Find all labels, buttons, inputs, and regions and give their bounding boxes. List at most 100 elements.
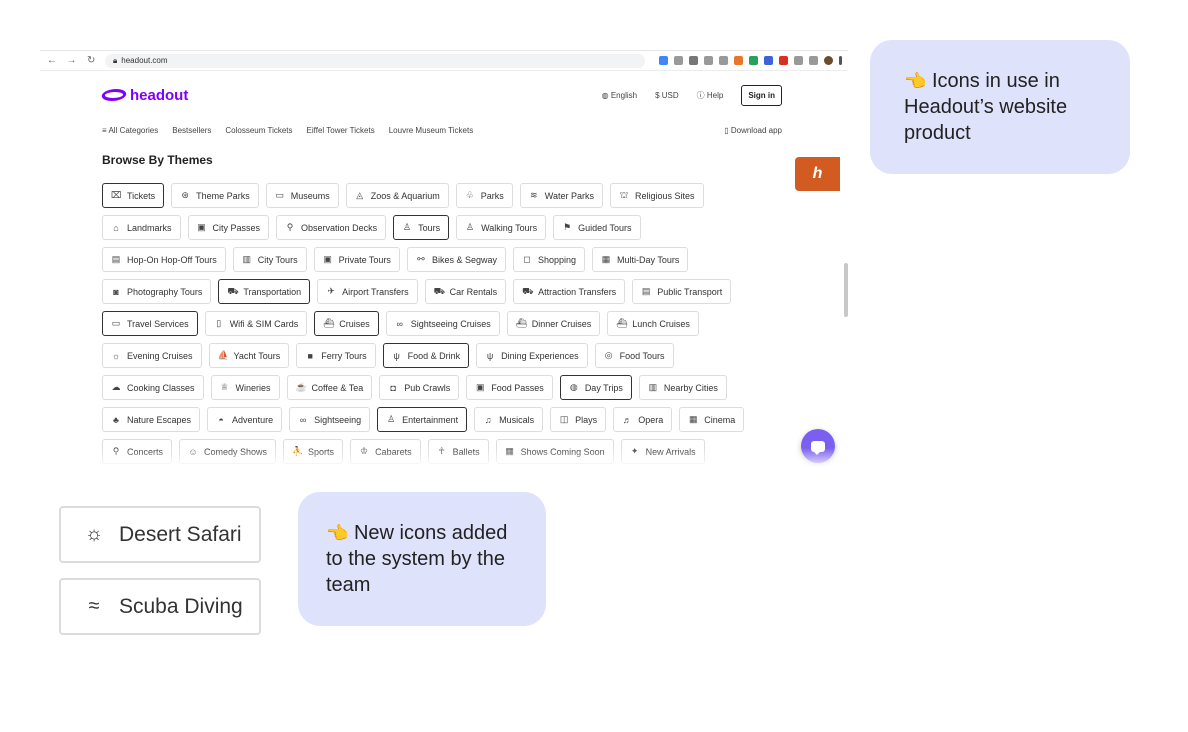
lock-icon: 🔒︎: [113, 55, 118, 65]
desert-safari-chip[interactable]: ☼ Desert Safari: [59, 506, 261, 563]
help-link[interactable]: ⓘ Help: [697, 90, 724, 101]
sign-in-button[interactable]: Sign in: [741, 84, 782, 106]
back-arrow-icon[interactable]: ←: [46, 55, 58, 66]
theme-chip[interactable]: ◻ Shopping: [512, 247, 586, 272]
theme-chip[interactable]: ⛫ Religious Sites: [609, 183, 704, 208]
theme-chip[interactable]: ▭ Museums: [265, 183, 339, 208]
theme-chip[interactable]: ▥ City Tours: [232, 247, 307, 272]
theme-chip[interactable]: ⛟ Attraction Transfers: [513, 279, 626, 304]
theme-chip[interactable]: ▣ Private Tours: [313, 247, 400, 272]
museum-icon: ▭: [275, 190, 284, 200]
scrollbar[interactable]: [844, 263, 848, 317]
theme-chip[interactable]: ▣ Food Passes: [466, 375, 553, 400]
theme-chip-label: Landmarks: [127, 222, 172, 233]
theme-chip[interactable]: ⛴ Dinner Cruises: [506, 311, 601, 336]
theme-chip[interactable]: ▤ Hop-On Hop-Off Tours: [102, 247, 226, 272]
theme-chip[interactable]: ☁ Cooking Classes: [102, 375, 204, 400]
theme-chip[interactable]: ▯ Wifi & SIM Cards: [204, 311, 308, 336]
reload-icon[interactable]: ↻: [85, 55, 97, 66]
download-app-link[interactable]: ▯ Download app: [724, 126, 782, 135]
theme-chip[interactable]: ♬ Opera: [613, 407, 673, 432]
religious-site-icon: ⛫: [619, 189, 629, 200]
theme-chip[interactable]: ⚲ Observation Decks: [276, 215, 387, 240]
theme-chip-label: Dinner Cruises: [531, 318, 592, 329]
theme-chip[interactable]: ∞ Sightseeing: [289, 407, 371, 432]
theme-chip[interactable]: ♕ Wineries: [210, 375, 280, 400]
theme-chip[interactable]: ⛴ Lunch Cruises: [607, 311, 699, 336]
eyedropper-icon[interactable]: [704, 56, 714, 65]
car-rental-icon: ⛟: [433, 285, 445, 296]
extension-orange-icon[interactable]: [734, 56, 744, 65]
theme-chip-label: Lunch Cruises: [632, 318, 690, 329]
nav-colosseum-tickets[interactable]: Colosseum Tickets: [225, 126, 292, 135]
theme-chip[interactable]: ◫ Plays: [550, 407, 607, 432]
theme-chip[interactable]: ◎ Food Tours: [594, 343, 674, 368]
theme-chip[interactable]: ◙ Photography Tours: [102, 279, 212, 304]
extension-blue-icon[interactable]: [764, 56, 774, 65]
nav-bestsellers[interactable]: Bestsellers: [172, 126, 211, 135]
theme-chip[interactable]: ♧ Parks: [455, 183, 513, 208]
sidebar-icon[interactable]: [809, 56, 819, 65]
currency-selector[interactable]: $ USD: [655, 91, 679, 100]
theme-chip[interactable]: ▦ Multi-Day Tours: [592, 247, 689, 272]
theme-chip[interactable]: ♙ Tours: [393, 215, 450, 240]
font-icon[interactable]: [719, 56, 729, 65]
theme-chip[interactable]: ◬ Zoos & Aquarium: [345, 183, 449, 208]
theme-chip[interactable]: ⌧ Tickets: [102, 183, 165, 208]
theme-chip[interactable]: ☕ Coffee & Tea: [286, 375, 373, 400]
extension-red-icon[interactable]: [779, 56, 789, 65]
language-selector[interactable]: ◍ English: [602, 91, 637, 100]
theme-chip[interactable]: ▭ Travel Services: [102, 311, 198, 336]
nav-eiffel-tickets[interactable]: Eiffel Tower Tickets: [307, 126, 375, 135]
theme-chip[interactable]: ∞ Sightseeing Cruises: [385, 311, 500, 336]
scuba-diving-chip[interactable]: ≈ Scuba Diving: [59, 578, 261, 635]
theme-chip[interactable]: ▤ Public Transport: [632, 279, 732, 304]
kebab-menu-icon[interactable]: [839, 56, 843, 65]
theme-chip[interactable]: ▣ City Passes: [187, 215, 270, 240]
theme-chip[interactable]: ♙ Entertainment: [377, 407, 468, 432]
theme-chip[interactable]: ⊛ Theme Parks: [171, 183, 259, 208]
theme-chip[interactable]: ψ Dining Experiences: [476, 343, 588, 368]
puzzle-icon[interactable]: [794, 56, 804, 65]
theme-chip[interactable]: ⌂ Landmarks: [102, 215, 181, 240]
google-icon[interactable]: [659, 56, 669, 65]
landmark-icon: ⌂: [113, 222, 119, 233]
theme-chip[interactable]: ▥ Nearby Cities: [638, 375, 727, 400]
share-icon[interactable]: [674, 56, 684, 65]
theme-chip[interactable]: ☼ Evening Cruises: [102, 343, 202, 368]
theme-chip[interactable]: ✈ Airport Transfers: [317, 279, 418, 304]
theme-chip[interactable]: ⛟ Transportation: [218, 279, 311, 304]
theme-chip-label: Private Tours: [338, 254, 391, 265]
address-bar[interactable]: 🔒︎ headout.com: [105, 53, 646, 68]
theme-chip[interactable]: ⛵ Yacht Tours: [208, 343, 290, 368]
globe-icon: ◍: [601, 90, 609, 100]
headout-logo[interactable]: headout: [99, 87, 188, 104]
help-icon: ⓘ: [696, 90, 705, 100]
forward-arrow-icon[interactable]: →: [66, 55, 78, 66]
theme-chip[interactable]: ⛴ Cruises: [314, 311, 379, 336]
theme-chip[interactable]: ■ Ferry Tours: [296, 343, 376, 368]
theme-chip[interactable]: ▦ Cinema: [679, 407, 745, 432]
profile-avatar[interactable]: [824, 56, 834, 65]
nav-louvre-tickets[interactable]: Louvre Museum Tickets: [389, 126, 473, 135]
theme-chip[interactable]: ◍ Day Trips: [559, 375, 632, 400]
theme-chip[interactable]: ♣ Nature Escapes: [102, 407, 201, 432]
theme-chip[interactable]: ◘ Pub Crawls: [379, 375, 460, 400]
evening-cruise-icon: ☼: [111, 350, 121, 361]
theme-chip[interactable]: ⚑ Guided Tours: [553, 215, 641, 240]
headout-side-badge[interactable]: h: [795, 157, 840, 191]
theme-chip[interactable]: ◓ Adventure: [207, 407, 283, 432]
theme-chip[interactable]: ψ Food & Drink: [382, 343, 470, 368]
theme-chip-label: Transportation: [243, 286, 302, 297]
guided-tour-icon: ⚑: [563, 222, 572, 232]
extension-green-icon[interactable]: [749, 56, 759, 65]
star-icon[interactable]: [689, 56, 699, 65]
theme-chip[interactable]: ♫ Musicals: [474, 407, 544, 432]
callout-new-icons: 👈 New icons added to the system by the t…: [298, 492, 546, 626]
theme-chip[interactable]: ♙ Walking Tours: [456, 215, 547, 240]
category-nav: ≡ All Categories Bestsellers Colosseum T…: [102, 117, 782, 143]
all-categories-menu[interactable]: ≡ All Categories: [102, 126, 158, 135]
theme-chip[interactable]: ⛟ Car Rentals: [424, 279, 507, 304]
theme-chip[interactable]: ⚯ Bikes & Segway: [406, 247, 506, 272]
theme-chip[interactable]: ≋ Water Parks: [519, 183, 603, 208]
